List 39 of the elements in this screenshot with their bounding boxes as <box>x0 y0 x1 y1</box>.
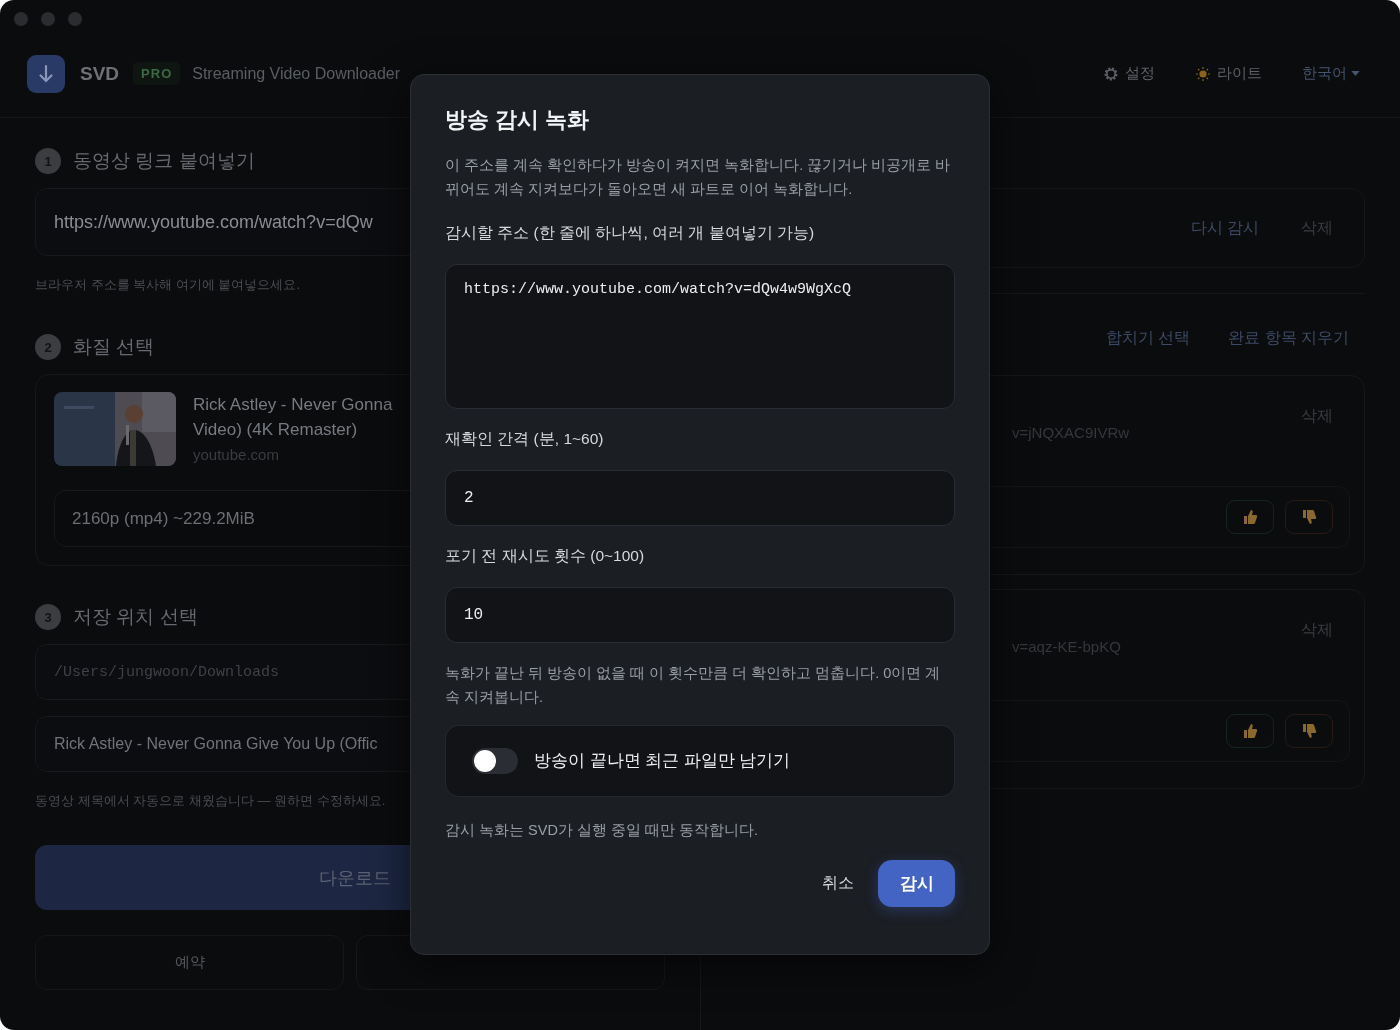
settings-button[interactable]: 설정 <box>1103 64 1155 83</box>
app-subtitle: Streaming Video Downloader <box>192 64 401 83</box>
field-label: 재확인 간격 (분, 1~60) <box>445 429 605 449</box>
cancel-button[interactable]: 취소 <box>822 873 854 894</box>
rewatch-link[interactable]: 다시 감시 <box>1190 217 1259 239</box>
theme-button[interactable]: 라이트 <box>1195 64 1262 83</box>
dialog-title: 방송 감시 녹화 <box>445 106 591 134</box>
pro-badge: PRO <box>133 62 181 85</box>
queue-action-link[interactable]: 합치기 선택 <box>1105 328 1191 349</box>
monitor-button[interactable]: 감시 <box>878 860 955 907</box>
field-label: 포기 전 재시도 횟수 (0~100) <box>445 546 646 566</box>
step-title: 저장 위치 선택 <box>73 605 198 629</box>
sun-icon <box>1195 65 1211 82</box>
thumbs-up-icon <box>1242 509 1258 525</box>
video-title: Rick Astley - Never Gonna <box>193 394 393 416</box>
app-logo-icon <box>27 54 65 93</box>
video-title: Video) (4K Remaster) <box>193 419 359 441</box>
address-textarea[interactable]: https://www.youtube.com/watch?v=dQw4w9WgXcQ <box>445 264 955 409</box>
thumbs-up-button[interactable] <box>1226 714 1274 748</box>
hint-text: 브라우저 주소를 복사해 여기에 붙여넣으세요. <box>35 276 301 294</box>
number-input[interactable]: 10 <box>445 587 955 643</box>
app-name: SVD <box>80 62 120 85</box>
schedule-button[interactable]: 예약 <box>35 935 344 990</box>
thumbs-down-button[interactable] <box>1285 714 1333 748</box>
language-dropdown[interactable]: 한국어 <box>1302 64 1360 83</box>
toggle-switch[interactable] <box>472 748 518 774</box>
thumbs-up-button[interactable] <box>1226 500 1274 534</box>
step-title: 화질 선택 <box>73 335 155 359</box>
thumbs-down-button[interactable] <box>1285 500 1333 534</box>
step-title: 동영상 링크 붙여넣기 <box>73 149 255 173</box>
queue-action-link[interactable]: 완료 항목 지우기 <box>1228 328 1349 349</box>
caret-icon <box>1351 71 1360 76</box>
settings-icon <box>1103 65 1119 82</box>
hint-text: 동영상 제목에서 자동으로 채웠습니다 — 원하면 수정하세요. <box>35 792 386 810</box>
thumbs-up-icon <box>1242 723 1258 739</box>
number-input[interactable]: 2 <box>445 470 955 526</box>
note-text: 감시 녹화는 SVD가 실행 중일 때만 동작합니다. <box>445 821 759 840</box>
thumbs-down-icon <box>1301 723 1317 739</box>
thumbs-down-icon <box>1301 509 1317 525</box>
